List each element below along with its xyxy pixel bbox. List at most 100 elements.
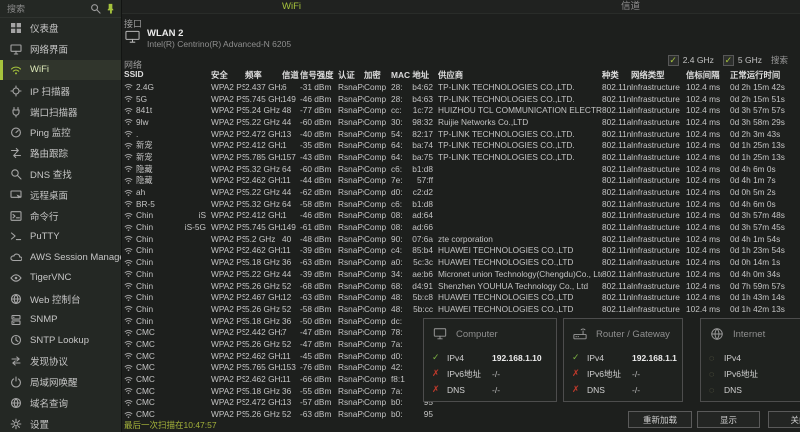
- table-row[interactable]: BR-5WPA2 PSK5.32 GHz64-58 dBmRsnaPskComp…: [124, 198, 800, 210]
- band-filter-checkbox[interactable]: ✓5 GHz: [723, 55, 762, 66]
- sidebar-item-dns-lookup[interactable]: DNS 查找: [0, 164, 121, 185]
- column-header[interactable]: 频率: [245, 69, 282, 81]
- cell-mac: 7e:57:ff: [391, 175, 438, 185]
- table-row[interactable]: 2.4GWPA2 PSK2.437 GHz6-31 dBmRsnaPskComp…: [124, 81, 800, 93]
- sidebar-item-interfaces[interactable]: 网络界面: [0, 39, 121, 60]
- column-header[interactable]: 信标间隔: [686, 69, 730, 81]
- cell-type: 802.11n: [602, 210, 631, 220]
- column-header[interactable]: 安全: [211, 69, 245, 81]
- cell-channel: 48: [282, 105, 300, 115]
- sidebar-item-port-scanner[interactable]: 端口扫描器: [0, 101, 121, 122]
- cell-frequency: 2.467 GHz: [245, 292, 282, 302]
- sidebar-item-discovery-protocol[interactable]: 发现协议: [0, 351, 121, 372]
- column-header[interactable]: MAC 地址: [391, 69, 438, 81]
- table-row[interactable]: 新宠WPA2 PSK5.785 GHz157-43 dBmRsnaPskComp…: [124, 151, 800, 163]
- cell-auth: RsnaPsk: [338, 129, 364, 139]
- sidebar-item-dashboard[interactable]: 仪表盘: [0, 18, 121, 39]
- table-row[interactable]: ChinWPA2 PSK5.2 GHz40-48 dBmRsnaPskComp9…: [124, 233, 800, 245]
- column-header[interactable]: 种类: [602, 69, 631, 81]
- cell-security: WPA2 PSK: [211, 386, 245, 396]
- sidebar-item-settings[interactable]: 设置: [0, 413, 121, 432]
- cell-signal: -63 dBm: [300, 292, 338, 302]
- table-row[interactable]: 9lwWPA2 PSK5.22 GHz44-60 dBmRsnaPskComp3…: [124, 116, 800, 128]
- table-search-toggle[interactable]: 搜索: [771, 54, 788, 66]
- tab-wifi[interactable]: WiFi: [122, 0, 461, 13]
- cell-security: WPA2 PSK: [211, 117, 245, 127]
- table-row[interactable]: 新宠WPA2 PSK2.412 GHz1-35 dBmRsnaPskComp64…: [124, 139, 800, 151]
- cell-mac: 30:98:32: [391, 117, 438, 127]
- column-header[interactable]: 信号强度: [300, 69, 338, 81]
- pin-icon[interactable]: [105, 3, 116, 14]
- close-button[interactable]: 关闭: [768, 411, 800, 428]
- sidebar-search[interactable]: 搜索: [0, 0, 121, 18]
- table-row[interactable]: 隐藏WPA2 PSK2.462 GHz11-44 dBmRsnaPskComp7…: [124, 175, 800, 187]
- tab-bar: WiFi信道: [122, 0, 800, 14]
- checkbox-checked-icon[interactable]: ✓: [723, 55, 734, 66]
- sidebar-item-wake-on-lan[interactable]: 局域网唤醒: [0, 372, 121, 393]
- cell-mac: c6:b1:d8: [391, 164, 438, 174]
- band-filter-checkbox[interactable]: ✓2.4 GHz: [668, 55, 714, 66]
- signal-icon: [124, 328, 136, 337]
- cell-encryption: Comp: [364, 316, 391, 326]
- table-row[interactable]: ChinWPA2 PSK5.22 GHz44-39 dBmRsnaPskComp…: [124, 268, 800, 280]
- table-row[interactable]: ChinWPA2 PSK5.18 GHz36-63 dBmRsnaPskComp…: [124, 256, 800, 268]
- table-row[interactable]: ChinWPA2 PSK5.26 GHz52-58 dBmRsnaPskComp…: [124, 303, 800, 315]
- table-row[interactable]: ChinWPA2 PSK2.462 GHz11-39 dBmRsnaPskCom…: [124, 245, 800, 257]
- sidebar-item-sntp-lookup[interactable]: SNTP Lookup: [0, 330, 121, 351]
- table-row[interactable]: ChinWPA2 PSK5.26 GHz52-68 dBmRsnaPskComp…: [124, 280, 800, 292]
- cell-encryption: Comp: [364, 245, 391, 255]
- tab-channels[interactable]: 信道: [461, 0, 800, 13]
- column-header[interactable]: 加密: [364, 69, 391, 81]
- table-row[interactable]: ChiniSWPA2 PSK2.412 GHz1-46 dBmRsnaPskCo…: [124, 210, 800, 222]
- table-row[interactable]: 841tWPA2 PSK5.24 GHz48-77 dBmRsnaPskComp…: [124, 104, 800, 116]
- sidebar-item-aws-session-manager[interactable]: AWS Session Manager: [0, 247, 121, 268]
- column-header[interactable]: 正常运行时间: [730, 69, 800, 81]
- column-header[interactable]: 信道: [282, 69, 300, 81]
- table-row[interactable]: 隐藏WPA2 PSK5.32 GHz64-60 dBmRsnaPskCompc6…: [124, 163, 800, 175]
- cell-frequency: 5.785 GHz: [245, 152, 282, 162]
- sidebar-item-ip-scanner[interactable]: IP 扫描器: [0, 80, 121, 101]
- table-row[interactable]: ChiniS-5GWPA2 PSK5.745 GHz149-61 dBmRsna…: [124, 221, 800, 233]
- search-icon[interactable]: [90, 3, 101, 14]
- cell-channel: 36: [282, 257, 300, 267]
- table-row[interactable]: .WPA2 PSK2.472 GHz13-40 dBmRsnaPskComp54…: [124, 128, 800, 140]
- column-header[interactable]: 供应商: [438, 69, 602, 81]
- cell-vendor: HUAWEI TECHNOLOGIES CO.,LTD: [438, 257, 602, 267]
- sidebar-item-web-console[interactable]: Web 控制台: [0, 288, 121, 309]
- show-button[interactable]: 显示: [697, 411, 760, 428]
- cell-ssid: 隐藏: [136, 174, 211, 186]
- column-header[interactable]: 认证: [338, 69, 364, 81]
- signal-icon: [124, 211, 136, 220]
- cell-encryption: Comp: [364, 397, 391, 407]
- cell-auth: RsnaPsk: [338, 351, 364, 361]
- table-row[interactable]: 5GWPA2 PSK5.745 GHz149-46 dBmRsnaPskComp…: [124, 93, 800, 105]
- reload-button[interactable]: 重新加载: [628, 411, 692, 428]
- interface-item[interactable]: WLAN 2 Intel(R) Centrino(R) Advanced-N 6…: [125, 28, 291, 49]
- table-row[interactable]: ahWPA2 PSK5.22 GHz44-62 dBmRsnaPskCompd0…: [124, 186, 800, 198]
- table-row[interactable]: ChinWPA2 PSK2.467 GHz12-63 dBmRsnaPskCom…: [124, 291, 800, 303]
- sidebar-item-putty[interactable]: PuTTY: [0, 226, 121, 247]
- sidebar-item-wifi[interactable]: WiFi: [0, 60, 121, 81]
- sidebar-item-ping-monitor[interactable]: Ping 监控: [0, 122, 121, 143]
- sidebar-item-traceroute[interactable]: 路由跟踪: [0, 143, 121, 164]
- cell-frequency: 5.18 GHz: [245, 386, 282, 396]
- sidebar-item-snmp[interactable]: SNMP: [0, 309, 121, 330]
- cross-icon: ✗: [432, 384, 447, 395]
- column-header[interactable]: SSID: [124, 69, 211, 81]
- cell-network-type: Infrastructure: [631, 257, 686, 267]
- cell-security: WPA2 PSK: [211, 164, 245, 174]
- cell-mac: 28:b4:62: [391, 82, 438, 92]
- checkbox-checked-icon[interactable]: ✓: [668, 55, 679, 66]
- cell-vendor: Micronet union Technology(Chengdu)Co., L…: [438, 269, 602, 279]
- cell-type: 802.11ax: [602, 269, 631, 279]
- table-header: SSID安全频率信道信号强度认证加密MAC 地址供应商种类网络类型信标间隔正常运…: [124, 69, 800, 81]
- sidebar-item-command-line[interactable]: 命令行: [0, 205, 121, 226]
- cell-signal: -63 dBm: [300, 409, 338, 419]
- globe-icon: [10, 397, 22, 409]
- column-header[interactable]: 网络类型: [631, 69, 686, 81]
- sidebar-item-tigervnc[interactable]: TigerVNC: [0, 268, 121, 289]
- search-input[interactable]: 搜索: [7, 2, 86, 15]
- sidebar-item-remote-desktop[interactable]: 远程桌面: [0, 184, 121, 205]
- panel-title: Internet: [733, 329, 765, 340]
- sidebar-item-whois[interactable]: 域名查询: [0, 392, 121, 413]
